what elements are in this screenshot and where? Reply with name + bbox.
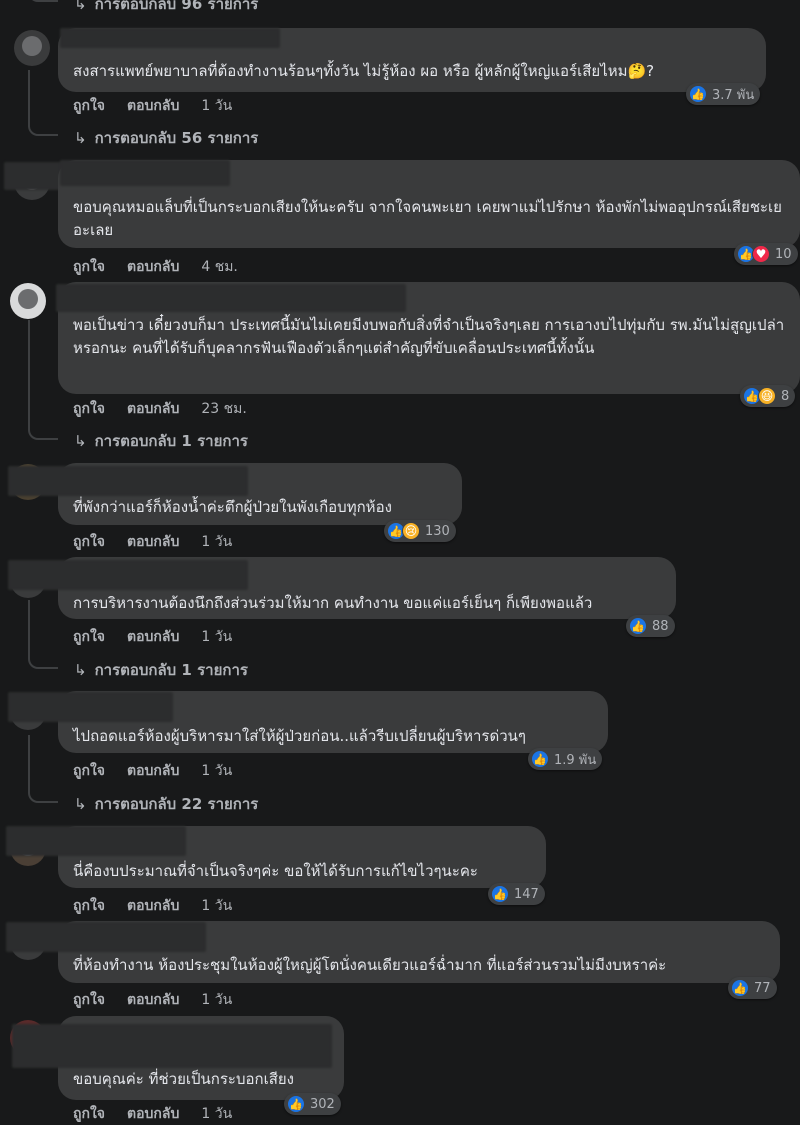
view-replies-link[interactable]: ↳ การตอบกลับ 22 รายการ xyxy=(74,792,258,816)
reaction-summary[interactable]: 👍 147 xyxy=(488,883,545,905)
reply-button[interactable]: ตอบกลับ xyxy=(127,256,179,278)
reply-button[interactable]: ตอบกลับ xyxy=(127,95,179,117)
reaction-summary[interactable]: 👍 88 xyxy=(626,615,675,637)
like-button[interactable]: ถูกใจ xyxy=(73,256,105,278)
comment-actions: ถูกใจ ตอบกลับ 1 วัน xyxy=(73,760,232,782)
author-name-redacted xyxy=(6,922,206,952)
reply-arrow-icon: ↳ xyxy=(74,795,87,813)
comment-text: ที่พังกว่าแอร์ก็ห้องน้ำค่ะตึกผู้ป่วยในพั… xyxy=(73,498,392,516)
thread-line xyxy=(28,320,58,440)
reaction-summary[interactable]: 👍 ♥ 10 xyxy=(734,243,798,265)
like-button[interactable]: ถูกใจ xyxy=(73,95,105,117)
timestamp[interactable]: 1 วัน xyxy=(201,95,232,117)
comment-text: ขอบคุณค่ะ ที่ช่วยเป็นกระบอกเสียง xyxy=(73,1070,294,1088)
reaction-summary[interactable]: 👍 1.9 พัน xyxy=(528,748,603,770)
comment-text: ขอบคุณหมอแล็บที่เป็นกระบอกเสียงให้นะครับ… xyxy=(73,198,782,239)
comment-text: การบริหารงานต้องนึกถึงส่วนร่วมให้มาก คนท… xyxy=(73,594,593,612)
comment-actions: ถูกใจ ตอบกลับ 1 วัน xyxy=(73,95,232,117)
author-name-redacted xyxy=(12,1024,332,1068)
comment-actions: ถูกใจ ตอบกลับ 4 ชม. xyxy=(73,256,238,278)
reply-button[interactable]: ตอบกลับ xyxy=(127,1103,179,1125)
reply-button[interactable]: ตอบกลับ xyxy=(127,531,179,553)
like-button[interactable]: ถูกใจ xyxy=(73,895,105,917)
reply-arrow-icon: ↳ xyxy=(74,432,87,450)
author-name-redacted xyxy=(8,466,248,496)
author-name-redacted xyxy=(8,692,173,722)
reply-button[interactable]: ตอบกลับ xyxy=(127,626,179,648)
reply-arrow-icon: ↳ xyxy=(74,129,87,147)
comment-actions: ถูกใจ ตอบกลับ 1 วัน xyxy=(73,895,232,917)
view-replies-link[interactable]: ↳ การตอบกลับ 96 รายการ xyxy=(74,0,258,16)
reaction-summary[interactable]: 👍 77 xyxy=(728,977,777,999)
timestamp[interactable]: 1 วัน xyxy=(201,895,232,917)
comment-actions: ถูกใจ ตอบกลับ 1 วัน xyxy=(73,626,232,648)
comment-actions: ถูกใจ ตอบกลับ 1 วัน xyxy=(73,531,232,553)
avatar[interactable] xyxy=(10,283,46,319)
like-icon: 👍 xyxy=(689,85,707,103)
like-icon: 👍 xyxy=(287,1095,305,1113)
author-name-redacted xyxy=(60,28,280,48)
like-button[interactable]: ถูกใจ xyxy=(73,989,105,1011)
timestamp[interactable]: 4 ชม. xyxy=(201,256,238,278)
comment-actions: ถูกใจ ตอบกลับ 1 วัน xyxy=(73,1103,232,1125)
view-replies-link[interactable]: ↳ การตอบกลับ 56 รายการ xyxy=(74,126,258,150)
author-name-redacted xyxy=(6,826,186,856)
timestamp[interactable]: 1 วัน xyxy=(201,626,232,648)
view-replies-link[interactable]: ↳ การตอบกลับ 1 รายการ xyxy=(74,429,248,453)
like-icon: 👍 xyxy=(629,617,647,635)
reply-arrow-icon: ↳ xyxy=(74,661,87,679)
comment-text: พอเป็นข่าว เดี๋ยวงบก็มา ประเทศนี้มันไม่เ… xyxy=(73,316,785,357)
author-name-redacted xyxy=(8,560,248,590)
like-button[interactable]: ถูกใจ xyxy=(73,626,105,648)
reply-button[interactable]: ตอบกลับ xyxy=(127,398,179,420)
timestamp[interactable]: 1 วัน xyxy=(201,1103,232,1125)
avatar[interactable] xyxy=(14,30,50,66)
reaction-summary[interactable]: 👍 😢 130 xyxy=(384,520,456,542)
reply-button[interactable]: ตอบกลับ xyxy=(127,760,179,782)
comment-text: สงสารแพทย์พยาบาลที่ต้องทำงานร้อนๆทั้งวัน… xyxy=(73,62,655,80)
author-name-redacted xyxy=(56,284,406,312)
haha-icon: 😆 xyxy=(758,387,776,405)
comment-actions: ถูกใจ ตอบกลับ 1 วัน xyxy=(73,989,232,1011)
author-name-redacted xyxy=(60,160,230,186)
reply-button[interactable]: ตอบกลับ xyxy=(127,895,179,917)
thread-line xyxy=(28,600,58,669)
view-replies-link[interactable]: ↳ การตอบกลับ 1 รายการ xyxy=(74,658,248,682)
reaction-summary[interactable]: 👍 😆 8 xyxy=(740,385,796,407)
timestamp[interactable]: 1 วัน xyxy=(201,531,232,553)
like-button[interactable]: ถูกใจ xyxy=(73,760,105,782)
like-button[interactable]: ถูกใจ xyxy=(73,531,105,553)
reaction-summary[interactable]: 👍 302 xyxy=(284,1093,341,1115)
like-icon: 👍 xyxy=(531,750,549,768)
timestamp[interactable]: 1 วัน xyxy=(201,760,232,782)
like-button[interactable]: ถูกใจ xyxy=(73,1103,105,1125)
comment-text: นี่คืองบประมาณที่จำเป็นจริงๆค่ะ ขอให้ได้… xyxy=(73,862,478,880)
reaction-summary[interactable]: 👍 3.7 พัน xyxy=(686,83,761,105)
like-button[interactable]: ถูกใจ xyxy=(73,398,105,420)
comment-text: ไปถอดแอร์ห้องผู้บริหารมาใส่ให้ผู้ป่วยก่อ… xyxy=(73,727,526,745)
love-icon: ♥ xyxy=(752,245,770,263)
timestamp[interactable]: 1 วัน xyxy=(201,989,232,1011)
reply-button[interactable]: ตอบกลับ xyxy=(127,989,179,1011)
like-icon: 👍 xyxy=(491,885,509,903)
thread-line xyxy=(28,735,58,803)
comment-text: ที่ห้องทำงาน ห้องประชุมในห้องผู้ใหญ่ผู้โ… xyxy=(73,956,667,974)
like-icon: 👍 xyxy=(731,979,749,997)
thread-line xyxy=(28,0,58,2)
sad-icon: 😢 xyxy=(402,522,420,540)
timestamp[interactable]: 23 ชม. xyxy=(201,398,246,420)
reply-arrow-icon: ↳ xyxy=(74,0,87,13)
thread-line xyxy=(28,70,58,136)
comment-actions: ถูกใจ ตอบกลับ 23 ชม. xyxy=(73,398,247,420)
